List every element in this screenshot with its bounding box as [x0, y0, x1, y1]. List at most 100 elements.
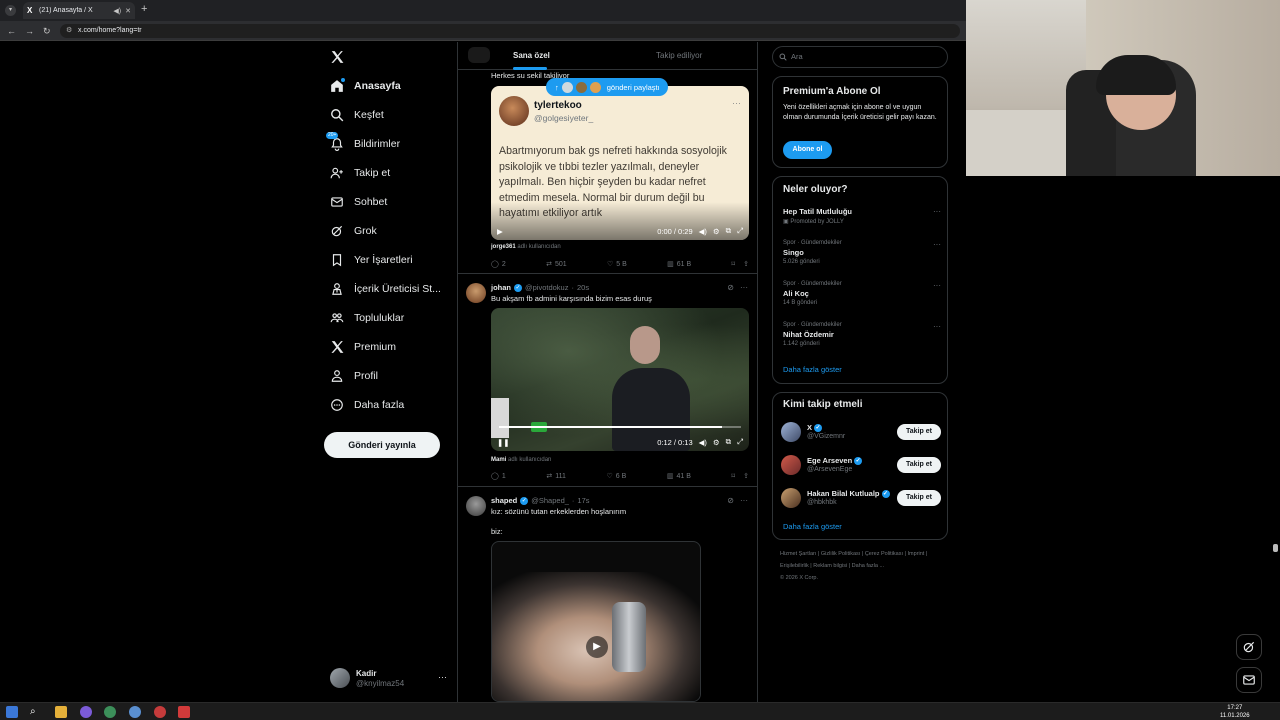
grok-floating-button[interactable] [1236, 634, 1262, 660]
bookmark-icon[interactable]: ⌑ [732, 260, 736, 268]
settings-icon[interactable]: ⚙ [713, 227, 720, 236]
video-player[interactable]: ❚❚ 0:12 / 0:13 ◀) ⚙ ⧉ ⤢ [491, 308, 749, 451]
windows-start-icon[interactable] [6, 706, 18, 718]
reply-button[interactable]: ◯ 2 [491, 260, 506, 269]
video-player[interactable]: tylertekoo @golgesiyeter_ ··· Abartmıyor… [491, 86, 749, 240]
nav-item-notifications[interactable]: 20+ Bildirimler [326, 132, 400, 154]
grok-icon[interactable]: ⊘ [727, 496, 734, 505]
nav-item-explore[interactable]: Keşfet [330, 105, 384, 125]
more-icon[interactable]: ··· [933, 322, 941, 331]
author-name[interactable]: johan [491, 283, 511, 292]
reply-button[interactable]: ◯ 1 [491, 472, 506, 481]
share-icon[interactable]: ⇪ [743, 472, 749, 480]
views-button[interactable]: ▥ 41 B [667, 472, 691, 481]
tab-following[interactable]: Takip ediliyor [656, 51, 702, 60]
nav-item-bookmarks[interactable]: Yer İşaretleri [330, 250, 413, 270]
nav-item-profile[interactable]: Profil [330, 366, 378, 386]
messages-floating-button[interactable] [1236, 667, 1262, 693]
repost-button[interactable]: ⇄ 501 [546, 260, 567, 269]
play-icon[interactable]: ▶ [586, 636, 608, 658]
subscribe-button[interactable]: Abone ol [783, 141, 832, 159]
more-icon[interactable]: ··· [740, 496, 748, 505]
footer-link[interactable]: Reklam bilgisi [813, 563, 847, 569]
speaker-icon[interactable]: ◀) [113, 7, 121, 15]
tab-list-dropdown-icon[interactable]: ▾ [5, 5, 16, 16]
url-field[interactable]: ⚙ x.com/home?lang=tr [60, 24, 960, 38]
new-posts-pill[interactable]: ↑ gönderi paylaştı [546, 78, 668, 96]
follow-suggestion[interactable]: Hakan Bilal Kutlualp ✓ @hbkhbk Takip et [781, 487, 941, 509]
recording-app-icon[interactable] [178, 706, 190, 718]
author-name[interactable]: shaped [491, 496, 517, 505]
volume-icon[interactable]: ◀) [699, 227, 707, 236]
trends-show-more-link[interactable]: Daha fazla göster [783, 365, 842, 374]
repost-button[interactable]: ⇄ 111 [546, 472, 566, 481]
source-name[interactable]: Mami [491, 457, 506, 463]
app-icon[interactable] [80, 706, 92, 718]
nav-item-creator-studio[interactable]: İçerik Üreticisi St... [330, 279, 441, 299]
more-icon[interactable]: ··· [438, 672, 447, 682]
forward-icon[interactable]: → [25, 26, 34, 36]
volume-icon[interactable]: ◀) [699, 438, 707, 447]
footer-link[interactable]: Daha fazla ... [852, 563, 884, 569]
more-icon[interactable]: ··· [933, 207, 941, 216]
footer-link[interactable]: Imprint [908, 551, 925, 557]
search-input[interactable]: Ara [772, 46, 948, 68]
play-icon[interactable]: ▶ [497, 227, 503, 236]
nav-item-home[interactable]: Anasayfa [330, 76, 401, 96]
search-icon[interactable]: ⌕ [30, 706, 42, 718]
back-icon[interactable]: ← [7, 26, 16, 36]
follow-suggestion[interactable]: Ege Arseven ✓ @ArsevenEge Takip et [781, 454, 941, 476]
nav-item-premium[interactable]: Premium [330, 337, 396, 357]
chrome-icon[interactable] [104, 706, 116, 718]
pause-icon[interactable]: ❚❚ [497, 438, 510, 447]
post-button[interactable]: Gönderi yayınla [324, 432, 440, 458]
pip-icon[interactable]: ⧉ [726, 226, 731, 236]
reload-icon[interactable]: ↻ [43, 26, 51, 37]
fullscreen-icon[interactable]: ⤢ [737, 226, 743, 236]
grok-icon[interactable]: ⊘ [727, 283, 734, 292]
pip-icon[interactable]: ⧉ [726, 437, 731, 447]
nav-item-communities[interactable]: Topluluklar [330, 308, 404, 328]
footer-link[interactable]: Erişilebilirlik [780, 563, 809, 569]
author-handle[interactable]: @Shaped_ [531, 496, 569, 505]
follow-button[interactable]: Takip et [897, 424, 941, 440]
site-info-icon[interactable]: ⚙ [66, 24, 72, 38]
views-button[interactable]: ▥ 61 B [667, 260, 691, 269]
new-tab-icon[interactable]: + [141, 4, 147, 15]
post-shaped[interactable]: shaped ✓ @Shaped_ · 17s ⊘ ··· kız: sözünü… [458, 488, 757, 702]
author-handle[interactable]: @pivotdokuz [525, 283, 568, 292]
source-name[interactable]: jorge361 [491, 244, 516, 250]
who-to-follow-show-more-link[interactable]: Daha fazla göster [783, 522, 842, 531]
browser-tab[interactable]: X (21) Anasayfa / X ◀) ✕ [23, 2, 135, 19]
app-icon[interactable] [154, 706, 166, 718]
footer-link[interactable]: Gizlilik Politikası [821, 551, 860, 557]
video-progress-track[interactable] [499, 426, 741, 428]
file-explorer-icon[interactable] [55, 706, 67, 718]
scrollbar-thumb[interactable] [1273, 544, 1278, 552]
footer-link[interactable]: Hizmet Şartları [780, 551, 816, 557]
settings-icon[interactable]: ⚙ [713, 438, 720, 447]
fullscreen-icon[interactable]: ⤢ [737, 437, 743, 447]
post-time[interactable]: 17s [577, 496, 589, 505]
nav-item-follow[interactable]: Takip et [330, 163, 390, 183]
system-clock[interactable]: 17:27 11.01.2026 [1220, 704, 1250, 720]
post-time[interactable]: 20s [577, 283, 589, 292]
post-johan[interactable]: johan ✓ @pivotdokuz · 20s ⊘ ··· Bu akşam … [458, 275, 757, 487]
app-icon[interactable] [129, 706, 141, 718]
tab-for-you[interactable]: Sana özel [513, 51, 550, 60]
nav-item-grok[interactable]: Grok [330, 221, 377, 241]
nav-item-chat[interactable]: Sohbet [330, 192, 387, 212]
like-button[interactable]: ♡ 5 B [607, 260, 627, 269]
follow-button[interactable]: Takip et [897, 457, 941, 473]
trend-item[interactable]: Spor · Gündemdekiler Nihat Özdemir 1.142… [783, 322, 941, 347]
bookmark-icon[interactable]: ⌑ [732, 472, 736, 480]
like-button[interactable]: ♡ 6 B [606, 472, 626, 481]
follow-button[interactable]: Takip et [897, 490, 941, 506]
x-logo-icon[interactable] [330, 50, 344, 64]
nav-item-more[interactable]: Daha fazla [330, 395, 404, 415]
account-switcher[interactable]: Kadir @knyilmaz54 ··· [330, 666, 450, 690]
post-quote-video[interactable]: Herkes su sekil takiliyor tylertekoo @go… [458, 62, 757, 274]
footer-link[interactable]: Çerez Politikası [865, 551, 903, 557]
more-icon[interactable]: ··· [933, 240, 941, 249]
follow-suggestion[interactable]: X ✓ @VGizemnr Takip et [781, 421, 941, 443]
